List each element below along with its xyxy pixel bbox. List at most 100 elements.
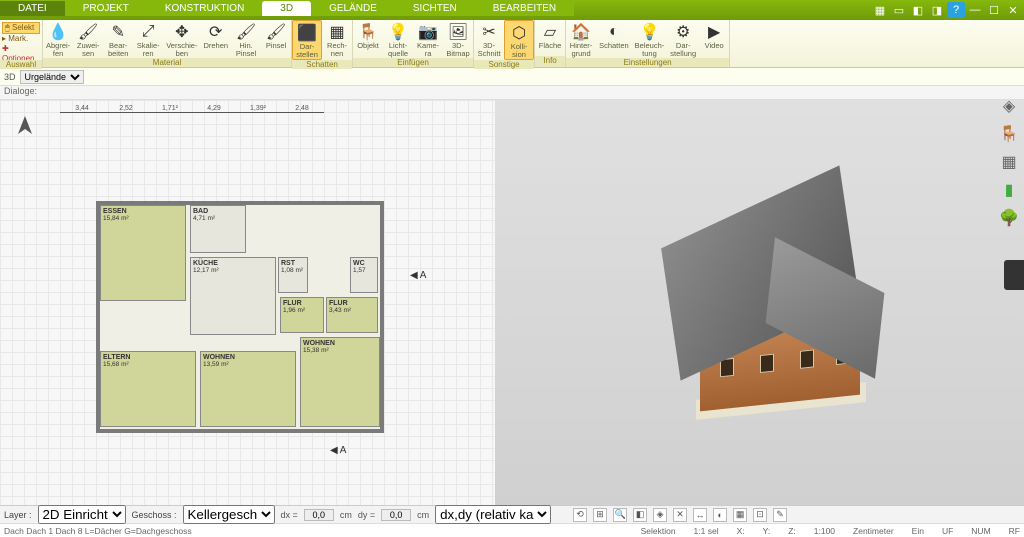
tab-konstruktion[interactable]: KONSTRUKTION xyxy=(147,1,262,16)
ribbon-einfugen-2[interactable]: 📷Kame- ra xyxy=(413,20,443,58)
room-wohnen[interactable]: WOHNEN15,38 m² xyxy=(300,337,380,427)
ribbon-info-0[interactable]: ▱Fläche xyxy=(535,20,565,56)
ribbon-icon: 🖌 xyxy=(78,22,98,42)
tab-projekt[interactable]: PROJEKT xyxy=(65,1,147,16)
room-bad[interactable]: BAD4,71 m² xyxy=(190,205,246,253)
ribbon-einstellungen-1[interactable]: ◐Schatten xyxy=(596,20,632,58)
status-y: Y: xyxy=(763,526,771,536)
ribbon-material-2[interactable]: ✎Bear- beiten xyxy=(103,20,133,58)
ribbon-material-4[interactable]: ✥Verschie- ben xyxy=(163,20,200,58)
colors-icon[interactable]: ▮ xyxy=(998,180,1020,202)
tool-icon[interactable]: ◐ xyxy=(713,508,727,522)
menu-tabs: DATEI PROJEKT KONSTRUKTION 3D GELÄNDE SI… xyxy=(0,0,574,16)
ribbon-einfugen-0[interactable]: 🪑Objekt xyxy=(353,20,383,58)
sys-icon[interactable]: ◧ xyxy=(909,2,927,18)
view-3d[interactable] xyxy=(495,100,1024,505)
status-scale: 1:100 xyxy=(814,526,835,536)
tool-icon[interactable]: ⊡ xyxy=(753,508,767,522)
view-2d[interactable]: 3,442,521,71²4,291,39²2,48 ESSEN15,84 m²… xyxy=(0,100,495,505)
geschoss-select[interactable]: Kellergesch xyxy=(183,505,275,524)
ribbon-icon: ▱ xyxy=(540,22,560,42)
dx-input[interactable] xyxy=(304,509,334,521)
room-wohnen[interactable]: WOHNEN13,59 m² xyxy=(200,351,296,427)
ribbon-einfugen-3[interactable]: 🖼3D- Bitmap xyxy=(443,20,473,58)
selekt-panel[interactable]: 🖱 Selekt ▸ Mark.✚ Optionen xyxy=(0,20,42,60)
ribbon-einstellungen-0[interactable]: 🏠Hinter- grund xyxy=(566,20,596,58)
terrain-select[interactable]: Urgelände xyxy=(20,70,84,84)
tool-icon[interactable]: ⊞ xyxy=(593,508,607,522)
status-bar: Dach Dach 1 Dach 8 L=Dächer G=Dachgescho… xyxy=(0,523,1024,537)
tool-icon[interactable]: ✎ xyxy=(773,508,787,522)
ribbon-icon: 🏠 xyxy=(571,22,591,42)
tab-bearbeiten[interactable]: BEARBEITEN xyxy=(475,1,574,16)
help-icon[interactable]: ? xyxy=(947,2,965,18)
ribbon-icon: 💡 xyxy=(388,22,408,42)
tool-icon[interactable]: ↔ xyxy=(693,508,707,522)
ribbon-material-3[interactable]: ⤢Skalie- ren xyxy=(133,20,163,58)
room-eltern[interactable]: ELTERN15,68 m² xyxy=(100,351,196,427)
sys-icon[interactable]: ▦ xyxy=(871,2,889,18)
room-rst[interactable]: RST1,08 m² xyxy=(278,257,308,293)
room-wc[interactable]: WC1,57 xyxy=(350,257,378,293)
ribbon-sonstige-0[interactable]: ✂3D- Schnitt xyxy=(474,20,504,60)
right-sidebar: ◈ 🪑 ▦ ▮ 🌳 xyxy=(998,96,1022,230)
maximize-icon[interactable]: ☐ xyxy=(985,2,1003,18)
ribbon-sonstige-1[interactable]: ⬡Kolli- sion xyxy=(504,20,534,60)
tab-datei[interactable]: DATEI xyxy=(0,1,65,16)
tab-gelaende[interactable]: GELÄNDE xyxy=(311,1,395,16)
tab-sichten[interactable]: SICHTEN xyxy=(395,1,475,16)
pull-tab[interactable] xyxy=(1004,260,1024,290)
tool-icon[interactable]: ✕ xyxy=(673,508,687,522)
geschoss-label: Geschoss : xyxy=(132,510,177,520)
tool-icon[interactable]: ▦ xyxy=(733,508,747,522)
furniture-icon[interactable]: 🪑 xyxy=(998,124,1020,146)
ribbon-schatten-0[interactable]: ⬛Dar- stellen xyxy=(292,20,322,60)
ribbon-icon: ⚙ xyxy=(673,22,693,42)
room-küche[interactable]: KÜCHE12,17 m² xyxy=(190,257,276,335)
room-flur[interactable]: FLUR1,96 m² xyxy=(280,297,324,333)
status-units: Zentimeter xyxy=(853,526,894,536)
ribbon-einfugen-1[interactable]: 💡Licht- quelle xyxy=(383,20,413,58)
status-z: Z: xyxy=(788,526,796,536)
ribbon-einstellungen-2[interactable]: 💡Beleuch- tung xyxy=(632,20,668,58)
ribbon-icon: 🖌 xyxy=(236,22,256,42)
ribbon-material-0[interactable]: 💧Abgrei- fen xyxy=(43,20,73,58)
minimize-icon[interactable]: — xyxy=(966,2,984,18)
dy-input[interactable] xyxy=(381,509,411,521)
north-arrow-icon xyxy=(10,114,40,144)
ribbon-material-6[interactable]: 🖌Hin. Pinsel xyxy=(231,20,261,58)
tree-icon[interactable]: 🌳 xyxy=(998,208,1020,230)
sub-toolbar: 3D Urgelände xyxy=(0,68,1024,86)
tab-3d[interactable]: 3D xyxy=(262,1,311,16)
tool-icon[interactable]: ◈ xyxy=(653,508,667,522)
unit: cm xyxy=(340,510,352,520)
materials-icon[interactable]: ▦ xyxy=(998,152,1020,174)
ribbon-einstellungen-3[interactable]: ⚙Dar- stellung xyxy=(667,20,699,58)
sys-icon[interactable]: ◨ xyxy=(928,2,946,18)
coord-mode-select[interactable]: dx,dy (relativ ka xyxy=(435,505,551,524)
tool-icon[interactable]: 🔍 xyxy=(613,508,627,522)
unit: cm xyxy=(417,510,429,520)
layer-select[interactable]: 2D Einricht xyxy=(38,505,126,524)
ribbon-icon: ⤢ xyxy=(138,22,158,42)
sys-icon[interactable]: ▭ xyxy=(890,2,908,18)
ribbon-material-5[interactable]: ⟳Drehen xyxy=(200,20,231,58)
ribbon-icon: ▶ xyxy=(704,22,724,42)
window xyxy=(760,353,774,372)
dx-label: dx = xyxy=(281,510,298,520)
room-essen[interactable]: ESSEN15,84 m² xyxy=(100,205,186,301)
status-ratio: 1:1 sel xyxy=(694,526,719,536)
close-icon[interactable]: ✕ xyxy=(1004,2,1022,18)
ribbon-material-1[interactable]: 🖌Zuwei- sen xyxy=(73,20,103,58)
layers-icon[interactable]: ◈ xyxy=(998,96,1020,118)
ribbon-einstellungen-4[interactable]: ▶Video xyxy=(699,20,729,58)
ribbon-icon: 🖼 xyxy=(448,22,468,42)
tool-icon[interactable]: ⟲ xyxy=(573,508,587,522)
room-flur[interactable]: FLUR3,43 m² xyxy=(326,297,378,333)
dialoge-bar: Dialoge: xyxy=(0,86,1024,100)
status-uf: UF xyxy=(942,526,953,536)
status-left: Dach Dach 1 Dach 8 L=Dächer G=Dachgescho… xyxy=(4,526,192,536)
ribbon-material-7[interactable]: 🖌Pinsel xyxy=(261,20,291,58)
tool-icon[interactable]: ◧ xyxy=(633,508,647,522)
ribbon-schatten-1[interactable]: ▦Rech- nen xyxy=(322,20,352,60)
